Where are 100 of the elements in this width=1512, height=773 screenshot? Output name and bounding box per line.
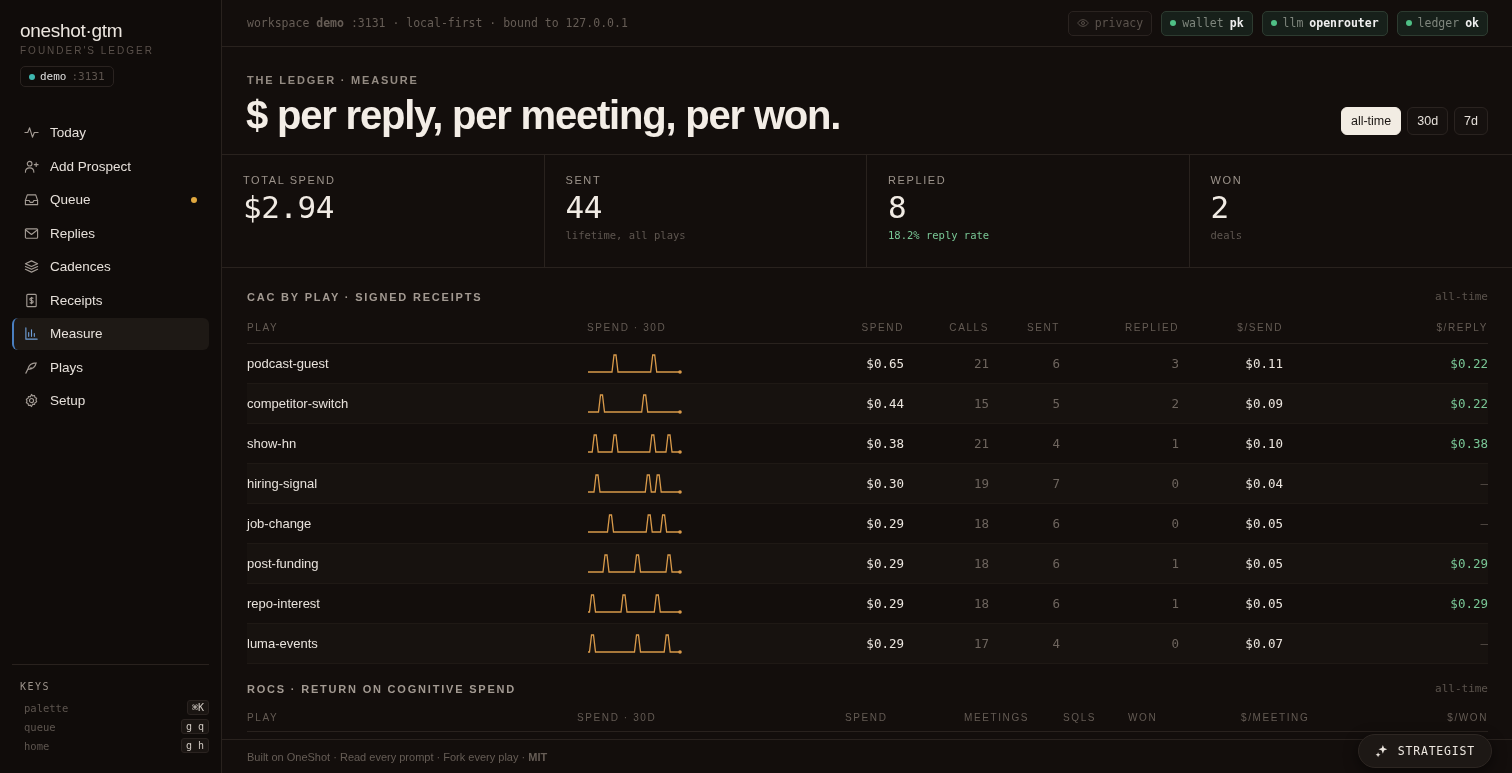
layers-icon: [24, 259, 39, 275]
column-header: REPLIED: [1124, 321, 1179, 333]
table-cell-text: $0.29: [865, 556, 904, 571]
nav-item[interactable]: Add Prospect: [12, 150, 209, 182]
table-cell-text: 5: [1051, 396, 1060, 411]
nav-item[interactable]: Replies: [12, 217, 209, 249]
table-cell-text: 15: [972, 396, 989, 411]
table-cell-text: $0.38: [1449, 436, 1488, 451]
shortcut-key: g q: [180, 719, 209, 734]
table-cell-text: $0.11: [1244, 356, 1283, 371]
shortcut-key: g h: [180, 738, 209, 753]
pulse-icon: [24, 125, 39, 141]
workspace-chip[interactable]: demo :3131: [20, 66, 114, 87]
table-cell-text: 1: [1170, 556, 1179, 571]
column-header: SPEND: [860, 321, 904, 333]
nav-item[interactable]: Plays: [12, 351, 209, 383]
play-name: post-funding: [247, 556, 320, 571]
footer-text: Built on OneShot · Read every prompt · Fork every play · MIT: [247, 750, 548, 763]
status-value: ok: [1465, 16, 1479, 30]
workspace-port: :3131: [71, 70, 105, 83]
stat-label: TOTAL SPEND: [243, 174, 337, 186]
nav-item[interactable]: Receipts: [12, 284, 209, 316]
status-value: pk: [1229, 16, 1244, 30]
play-name: luma-events: [247, 636, 319, 651]
workspace-name: demo: [40, 70, 67, 83]
table-cell-text: 19: [972, 476, 989, 491]
table-cell-text: $0.38: [865, 436, 904, 451]
shortcut-label: palette: [24, 701, 69, 714]
keys-heading: KEYS: [20, 681, 52, 692]
bar-chart-icon: [24, 326, 39, 342]
column-header: CALLS: [948, 321, 989, 333]
status-label: wallet: [1182, 16, 1224, 30]
table-cell-text: 4: [1051, 636, 1060, 651]
column-header: SPEND · 30D: [577, 711, 658, 723]
play-name: competitor-switch: [247, 396, 350, 411]
feather-icon: [24, 359, 39, 375]
table-cell-text: $0.05: [1244, 516, 1283, 531]
range-tab[interactable]: 30d: [1407, 107, 1449, 135]
status-value: openrouter: [1309, 16, 1379, 30]
mail-icon: [24, 225, 39, 241]
nav-item[interactable]: Queue: [12, 184, 209, 216]
table-cell-text: 21: [972, 356, 989, 371]
play-name: repo-interest: [247, 596, 321, 611]
range-tab[interactable]: all-time: [1340, 107, 1402, 135]
table-cell-text: 18: [972, 516, 989, 531]
settings-icon: [24, 393, 39, 409]
table-cell-text: 1: [1170, 596, 1179, 611]
table-cell-text: 1: [1170, 436, 1179, 451]
play-name: job-change: [247, 516, 313, 531]
table-cell-text: $0.05: [1244, 596, 1283, 611]
stat-note: deals: [1210, 229, 1244, 241]
column-header: SPEND · 30D: [587, 321, 668, 333]
table-cell-text: $0.29: [865, 596, 904, 611]
column-header: PLAY: [247, 711, 280, 723]
column-header: $/REPLY: [1435, 321, 1488, 333]
stat-label: WON: [1210, 174, 1244, 186]
column-header: WON: [1128, 711, 1159, 723]
nav-item[interactable]: Cadences: [12, 251, 209, 283]
sparkle-icon: [1374, 744, 1389, 758]
status-label: ledger: [1417, 16, 1460, 30]
table-cell-text: 0: [1170, 516, 1179, 531]
table-cell-text: 2: [1170, 396, 1179, 411]
shortcut-key: ⌘K: [186, 700, 209, 715]
column-header: SQLS: [1063, 711, 1098, 723]
table-cell-text: —: [1479, 476, 1488, 491]
brand-name: oneshot·gtm: [19, 20, 123, 42]
nav-item[interactable]: Today: [12, 117, 209, 149]
nav-item[interactable]: Setup: [12, 385, 209, 417]
section-range: all-time: [1435, 682, 1488, 695]
column-header: SPEND: [845, 711, 889, 723]
table-cell-text: $0.09: [1244, 396, 1283, 411]
inbox-icon: [24, 192, 39, 208]
stat-note: 18.2% reply rate: [888, 229, 991, 241]
table-cell-text: $0.29: [1449, 596, 1488, 611]
brand-subtitle: FOUNDER'S LEDGER: [19, 45, 154, 56]
table-cell-text: 18: [972, 596, 989, 611]
play-name: hiring-signal: [247, 476, 319, 491]
table-cell-text: —: [1479, 636, 1488, 651]
shortcut-label: queue: [24, 720, 56, 733]
table-cell-text: 18: [972, 556, 989, 571]
table-cell-text: 6: [1051, 556, 1060, 571]
nav-item[interactable]: Measure: [12, 318, 209, 350]
table-cell-text: 6: [1051, 356, 1060, 371]
column-header: SENT: [1025, 321, 1060, 333]
table-cell-text: $0.04: [1244, 476, 1283, 491]
table-cell-text: 0: [1170, 636, 1179, 651]
table-cell-text: $0.07: [1244, 636, 1283, 651]
section-title: ROCS · RETURN ON COGNITIVE SPEND: [247, 682, 517, 695]
table-cell-text: 7: [1051, 476, 1060, 491]
table-cell-text: 6: [1051, 596, 1060, 611]
table-cell-text: 0: [1170, 476, 1179, 491]
column-header: $/WON: [1446, 711, 1488, 723]
section-range: all-time: [1435, 290, 1488, 303]
strategist-button[interactable]: STRATEGIST: [1357, 734, 1492, 768]
stat-note: lifetime, all plays: [565, 229, 687, 241]
shortcut-label: home: [24, 739, 50, 752]
table-cell-text: $0.44: [865, 396, 904, 411]
range-tab[interactable]: 7d: [1454, 107, 1488, 135]
section-title: CAC BY PLAY · SIGNED RECEIPTS: [247, 290, 483, 303]
user-plus-icon: [24, 158, 39, 174]
